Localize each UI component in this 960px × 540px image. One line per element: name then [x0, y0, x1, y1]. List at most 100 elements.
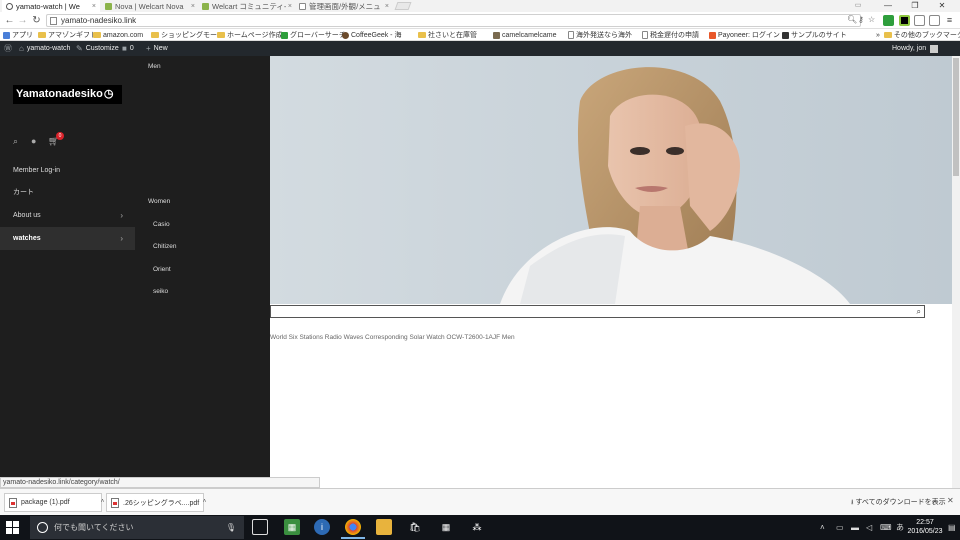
wordpress-favicon-icon: [6, 2, 13, 10]
back-arrow-icon[interactable]: ←: [3, 14, 16, 27]
extension-clover-icon[interactable]: [883, 15, 894, 26]
minimize-button[interactable]: —: [873, 0, 903, 12]
bookmark-tax[interactable]: 税金遅付の申請: [642, 29, 699, 41]
task-view-icon[interactable]: [252, 519, 268, 535]
browser-tab-strip: yamato-watch | We × Nova | Welcart Nova …: [0, 0, 960, 12]
chevron-up-icon[interactable]: ˄: [99, 493, 106, 512]
bookmark-apps[interactable]: アプリ: [3, 29, 33, 41]
battery-icon[interactable]: ▬: [851, 515, 859, 540]
cart-count-badge: 0: [56, 132, 64, 140]
bookmark-homepage[interactable]: ホームページ作成: [217, 29, 283, 41]
chevron-up-icon[interactable]: ˄: [820, 515, 825, 540]
bookmark-amazon-com[interactable]: amazon.com: [93, 29, 143, 41]
submenu-brand[interactable]: Chitizen: [153, 243, 176, 250]
folder-icon: [418, 32, 426, 38]
ime-icon[interactable]: あ: [896, 515, 904, 540]
show-all-downloads-link[interactable]: ⭳ すべてのダウンロードを表示: [851, 497, 946, 509]
cortana-icon: [37, 522, 48, 533]
menu-item-cart[interactable]: カート: [0, 181, 135, 204]
file-explorer-icon[interactable]: [376, 519, 392, 535]
store-icon[interactable]: 🛍︎: [407, 519, 423, 535]
submenu-men[interactable]: Men: [148, 63, 161, 70]
site-search-input[interactable]: ⌕: [270, 305, 925, 318]
bookmark-label: アマゾンギフト: [48, 32, 97, 39]
bookmark-glober-search[interactable]: グローバーサーチ: [281, 29, 346, 41]
download-item[interactable]: package (1).pdf: [4, 493, 102, 512]
product-link[interactable]: World Six Stations Radio Waves Correspon…: [270, 334, 515, 341]
extension-cast-icon[interactable]: [914, 15, 925, 26]
forward-arrow-icon[interactable]: →: [16, 14, 29, 27]
wp-site-name[interactable]: ⌂ yamato-watch: [19, 41, 70, 56]
folder-icon: [151, 32, 159, 38]
clover-icon: [281, 31, 288, 39]
chrome-menu-icon[interactable]: ≡: [944, 15, 955, 26]
page-info-icon[interactable]: [50, 17, 57, 25]
bookmark-amazon-gift[interactable]: アマゾンギフト: [38, 29, 97, 41]
url-text: yamato-nadesiko.link: [61, 16, 137, 25]
download-item[interactable]: .26シッピングラベ....pdf: [106, 493, 204, 512]
close-window-button[interactable]: ✕: [927, 0, 957, 12]
network-app-icon[interactable]: ⁂: [469, 519, 485, 535]
bookmark-overseas-shipping[interactable]: 海外発送なら海外: [568, 29, 632, 41]
bookmark-label: グローバーサーチ: [290, 32, 346, 39]
menu-item-watches[interactable]: watches ›: [0, 227, 135, 250]
cortana-search-input[interactable]: 何でも聞いてください 🎙︎: [30, 516, 244, 539]
browser-tab-admin-menu[interactable]: 管理画面/外観/メニュ ×: [295, 0, 393, 12]
bookmark-sample-site[interactable]: サンプルのサイト: [782, 29, 847, 41]
wordpress-logo-icon[interactable]: Ⓦ: [4, 41, 15, 56]
notifications-icon[interactable]: ▤: [948, 515, 956, 540]
search-icon[interactable]: ⌕: [917, 307, 921, 317]
browser-tab-welcart-community[interactable]: Welcart コミュニティ-[ ×: [198, 0, 296, 12]
profile-icon[interactable]: ▭: [843, 0, 873, 12]
wp-admin-bar: Ⓦ ⌂ yamato-watch ✎ Customize ■ 0 + New Howdy…: [0, 41, 960, 56]
site-name-label: yamato-watch: [26, 45, 71, 52]
wp-howdy[interactable]: Howdy, jon: [892, 41, 939, 56]
volume-icon[interactable]: ◁: [866, 515, 872, 540]
keyboard-icon[interactable]: ⌨: [880, 515, 892, 540]
new-tab-button[interactable]: [394, 2, 412, 10]
url-input[interactable]: yamato-nadesiko.link: [46, 14, 861, 27]
extension-screen-icon[interactable]: [929, 15, 940, 26]
close-tab-icon[interactable]: ×: [92, 3, 96, 10]
search-icon[interactable]: ⌕: [13, 136, 18, 147]
scrollbar-thumb[interactable]: [953, 58, 959, 176]
calendar-app-icon[interactable]: ▦: [284, 519, 300, 535]
close-icon[interactable]: ✕: [947, 496, 954, 505]
microphone-icon[interactable]: 🎙︎: [226, 516, 236, 539]
bookmark-coffeegeek[interactable]: CoffeeGeek - 海: [342, 29, 401, 41]
close-tab-icon[interactable]: ×: [288, 3, 292, 10]
chevron-up-icon[interactable]: ˄: [201, 493, 208, 512]
key-icon[interactable]: ⚷: [858, 15, 864, 24]
close-tab-icon[interactable]: ×: [385, 3, 389, 10]
bookmark-camelcamelcamel[interactable]: camelcamelcame: [493, 29, 556, 41]
bookmark-shopping-mall[interactable]: ショッピングモール: [151, 29, 224, 41]
browser-tab-yamato[interactable]: yamato-watch | We ×: [2, 0, 100, 12]
menu-item-about-us[interactable]: About us ›: [0, 204, 135, 227]
bookmark-payoneer[interactable]: Payoneer: ログイン: [709, 29, 780, 41]
wp-comments[interactable]: ■ 0: [122, 41, 134, 56]
wp-new[interactable]: + New: [146, 41, 168, 56]
reload-icon[interactable]: ↻: [30, 14, 43, 27]
submenu-brand[interactable]: Casio: [153, 221, 170, 228]
windows-start-icon[interactable]: [6, 521, 19, 534]
close-tab-icon[interactable]: ×: [191, 3, 195, 10]
zoom-icon[interactable]: 🔍︎: [847, 15, 857, 24]
wp-customize[interactable]: ✎ Customize: [76, 41, 119, 56]
chrome-app-icon[interactable]: [341, 519, 365, 539]
maximize-button[interactable]: ❐: [900, 0, 930, 12]
submenu-brand[interactable]: seiko: [153, 288, 168, 295]
calculator-icon[interactable]: ▦: [438, 519, 454, 535]
user-icon[interactable]: ●: [31, 136, 36, 146]
bookmark-star-icon[interactable]: ☆: [868, 15, 875, 24]
menu-item-member-login[interactable]: Member Log-in: [0, 159, 135, 182]
browser-tab-nova[interactable]: Nova | Welcart Nova ×: [101, 0, 199, 12]
site-logo[interactable]: Yamatonadesiko◷: [13, 85, 122, 104]
bookmark-stock[interactable]: 社さいと在庫管: [418, 29, 477, 41]
submenu-women[interactable]: Women: [148, 198, 170, 205]
extension-evernote-icon[interactable]: [899, 15, 910, 26]
submenu-brand[interactable]: Orient: [153, 266, 171, 273]
info-app-icon[interactable]: i: [314, 519, 330, 535]
bookmark-other[interactable]: » その他のブックマーク: [876, 29, 960, 41]
network-icon[interactable]: ▭: [836, 515, 844, 540]
taskbar-clock[interactable]: 22:57 2016/05/23: [906, 518, 944, 536]
